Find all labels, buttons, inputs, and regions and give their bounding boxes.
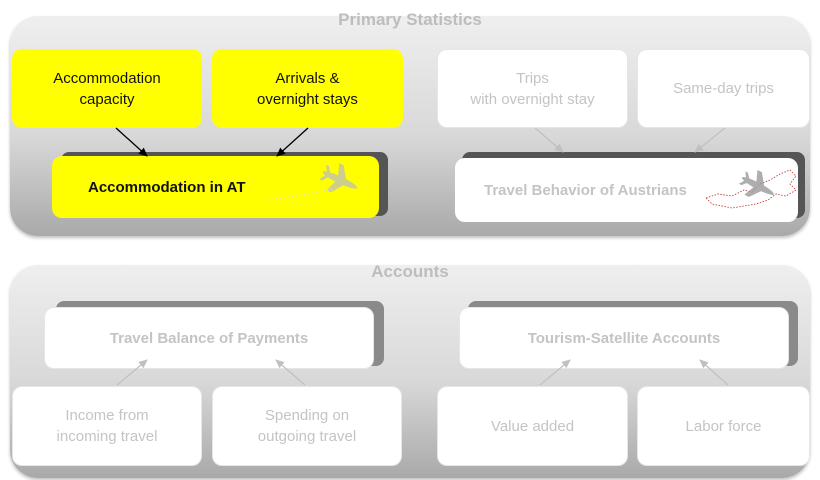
connector-overlay bbox=[115, 127, 797, 386]
arrow-sameday-to-travel-behavior bbox=[694, 127, 726, 153]
austria-map-icon bbox=[705, 169, 797, 209]
flight-trail bbox=[267, 188, 333, 201]
arrow-trips-to-travel-behavior bbox=[534, 127, 564, 153]
arrow-labor-to-tsa bbox=[699, 359, 729, 386]
arrow-arrivals-to-accommodation bbox=[276, 127, 309, 157]
airplane-icon bbox=[738, 169, 774, 197]
arrow-capacity-to-accommodation bbox=[115, 127, 148, 157]
arrow-valueadded-to-tsa bbox=[539, 359, 571, 386]
arrow-income-to-balance bbox=[116, 359, 148, 386]
arrow-spending-to-balance bbox=[275, 359, 306, 386]
airplane-icon bbox=[319, 163, 358, 193]
